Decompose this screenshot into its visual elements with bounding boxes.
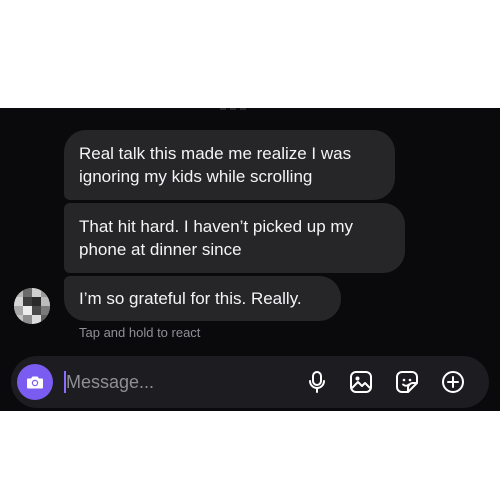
microphone-icon (309, 371, 325, 393)
message-bubble[interactable]: That hit hard. I haven’t picked up my ph… (64, 203, 405, 273)
message-input[interactable] (66, 369, 286, 395)
top-divider (220, 108, 280, 110)
gallery-icon (350, 371, 372, 393)
message-bubble[interactable]: Real talk this made me realize I was ign… (64, 130, 395, 200)
message-composer (11, 356, 489, 408)
sticker-button[interactable] (393, 368, 421, 396)
sticker-icon (396, 371, 418, 393)
gallery-button[interactable] (347, 368, 375, 396)
message-bubble[interactable]: I’m so grateful for this. Really. (64, 276, 341, 321)
camera-button[interactable] (17, 364, 53, 400)
chat-screen: Real talk this made me realize I was ign… (0, 108, 500, 411)
microphone-button[interactable] (303, 368, 331, 396)
react-hint: Tap and hold to react (79, 325, 201, 340)
add-button[interactable] (439, 368, 467, 396)
add-icon (442, 371, 464, 393)
camera-icon (27, 376, 43, 389)
avatar-image (14, 288, 50, 324)
avatar[interactable] (14, 288, 50, 324)
